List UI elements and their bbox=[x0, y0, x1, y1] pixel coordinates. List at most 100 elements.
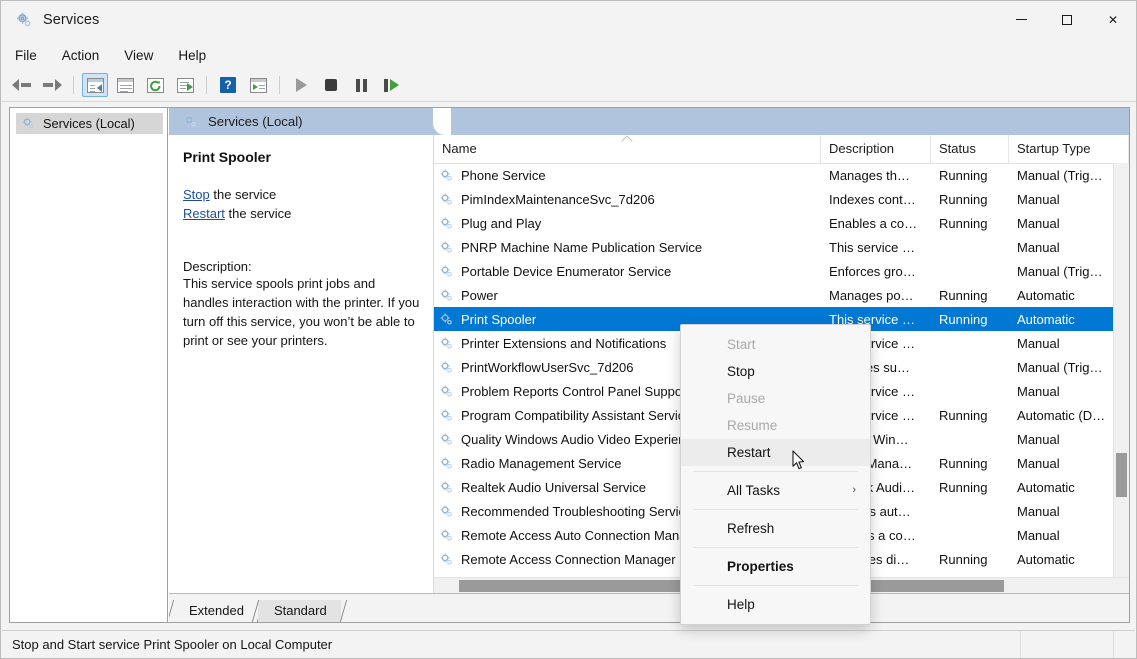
refresh-button[interactable] bbox=[142, 73, 168, 97]
maximize-button[interactable] bbox=[1044, 1, 1090, 38]
context-menu-item-label: All Tasks bbox=[727, 483, 780, 498]
pane-header-notch bbox=[433, 108, 451, 135]
pause-service-button[interactable] bbox=[348, 73, 374, 97]
help-button[interactable]: ? bbox=[215, 73, 241, 97]
cell-description: Indexes cont… bbox=[821, 192, 931, 207]
context-menu-item-properties[interactable]: Properties bbox=[681, 553, 870, 580]
cell-name: PNRP Machine Name Publication Service bbox=[434, 240, 821, 255]
context-menu-item-label: Help bbox=[727, 597, 755, 612]
cell-name-label: Realtek Audio Universal Service bbox=[461, 480, 646, 495]
context-menu-item-label: Pause bbox=[727, 391, 765, 406]
cell-name: PimIndexMaintenanceSvc_7d206 bbox=[434, 192, 821, 207]
status-bar-separator bbox=[1113, 631, 1114, 658]
column-header-description[interactable]: Description bbox=[821, 135, 931, 163]
context-menu-item-resume: Resume bbox=[681, 412, 870, 439]
details-description-text: This service spools print jobs and handl… bbox=[183, 274, 420, 350]
column-header-startup-type[interactable]: Startup Type bbox=[1009, 135, 1129, 163]
context-menu-separator bbox=[693, 547, 858, 548]
start-service-button[interactable] bbox=[288, 73, 314, 97]
export-list-button[interactable] bbox=[172, 73, 198, 97]
services-gear-icon bbox=[439, 456, 454, 471]
show-action-pane-button[interactable] bbox=[245, 73, 271, 97]
details-description-label: Description: bbox=[183, 259, 420, 274]
cell-status: Running bbox=[931, 552, 1009, 567]
help-question-icon: ? bbox=[220, 77, 236, 93]
context-menu-item-pause: Pause bbox=[681, 385, 870, 412]
close-button[interactable]: ✕ bbox=[1090, 1, 1136, 38]
services-gear-icon bbox=[439, 360, 454, 375]
cell-name-label: Recommended Troubleshooting Service bbox=[461, 504, 692, 519]
table-row[interactable]: Phone ServiceManages th…RunningManual (T… bbox=[434, 163, 1129, 187]
cell-startup-type: Manual bbox=[1009, 192, 1129, 207]
tree-item-services-local[interactable]: Services (Local) bbox=[16, 113, 163, 134]
services-gear-icon bbox=[439, 264, 454, 279]
cell-name-label: Quality Windows Audio Video Experience bbox=[461, 432, 699, 447]
cell-status: Running bbox=[931, 480, 1009, 495]
mmc-console-body: Services (Local) Services (Local) bbox=[9, 107, 1130, 623]
restart-service-button[interactable] bbox=[378, 73, 404, 97]
forward-button[interactable] bbox=[39, 73, 65, 97]
table-row[interactable]: PNRP Machine Name Publication ServiceThi… bbox=[434, 235, 1129, 259]
context-menu-item-start: Start bbox=[681, 331, 870, 358]
back-button[interactable] bbox=[9, 73, 35, 97]
context-menu-item-all-tasks[interactable]: All Tasks › bbox=[681, 477, 870, 504]
table-row[interactable]: PimIndexMaintenanceSvc_7d206 Indexes cont… bbox=[434, 187, 1129, 211]
toolbar-separator bbox=[206, 76, 207, 94]
menu-file[interactable]: File bbox=[4, 46, 48, 65]
context-menu-item-help[interactable]: Help bbox=[681, 591, 870, 618]
menu-help[interactable]: Help bbox=[167, 46, 217, 65]
maximize-icon bbox=[1062, 15, 1072, 25]
content-pane: Services (Local) Print Spooler Stop the … bbox=[169, 108, 1129, 622]
minimize-icon bbox=[1016, 19, 1027, 20]
cell-startup-type: Automatic bbox=[1009, 312, 1129, 327]
show-hide-console-tree-button[interactable] bbox=[82, 73, 108, 97]
console-tree-icon bbox=[87, 78, 104, 93]
stop-service-button[interactable] bbox=[318, 73, 344, 97]
context-menu-item-label: Properties bbox=[727, 559, 794, 574]
stop-service-link[interactable]: Stop bbox=[183, 187, 210, 202]
context-menu-separator bbox=[693, 585, 858, 586]
cell-startup-type: Manual (Trig… bbox=[1009, 360, 1129, 375]
minimize-button[interactable] bbox=[998, 1, 1044, 38]
cell-name-label: Power bbox=[461, 288, 498, 303]
services-gear-icon bbox=[15, 11, 33, 29]
cell-startup-type: Automatic (D… bbox=[1009, 408, 1129, 423]
context-menu-separator bbox=[693, 471, 858, 472]
status-bar-text: Stop and Start service Print Spooler on … bbox=[2, 637, 1020, 652]
window-controls: ✕ bbox=[998, 1, 1136, 38]
tab-extended-label: Extended bbox=[189, 603, 244, 618]
vertical-scrollbar[interactable] bbox=[1113, 163, 1129, 578]
restart-service-link[interactable]: Restart bbox=[183, 206, 225, 221]
arrow-right-icon bbox=[42, 78, 62, 92]
vertical-scrollbar-thumb[interactable] bbox=[1116, 453, 1127, 497]
cell-name-label: Printer Extensions and Notifications bbox=[461, 336, 666, 351]
cell-description: Enables a co… bbox=[821, 216, 931, 231]
services-gear-icon bbox=[183, 114, 198, 129]
chevron-right-icon: › bbox=[852, 477, 856, 504]
column-header-status[interactable]: Status bbox=[931, 135, 1009, 163]
mouse-cursor bbox=[792, 450, 806, 471]
services-gear-icon bbox=[439, 168, 454, 183]
status-bar: Stop and Start service Print Spooler on … bbox=[2, 630, 1135, 657]
cell-name-label: Print Spooler bbox=[461, 312, 536, 327]
tab-standard[interactable]: Standard bbox=[258, 600, 341, 622]
context-menu-item-label: Resume bbox=[727, 418, 777, 433]
cell-name-label: PimIndexMaintenanceSvc_7d206 bbox=[461, 192, 655, 207]
tab-extended[interactable]: Extended bbox=[173, 600, 258, 622]
context-menu-item-refresh[interactable]: Refresh bbox=[681, 515, 870, 542]
context-menu-item-restart[interactable]: Restart bbox=[681, 439, 870, 466]
column-header-name[interactable]: Name bbox=[434, 135, 821, 163]
context-menu-item-label: Refresh bbox=[727, 521, 774, 536]
menu-action[interactable]: Action bbox=[51, 46, 111, 65]
table-row[interactable]: PowerManages po…RunningAutomatic bbox=[434, 283, 1129, 307]
table-row[interactable]: Portable Device Enumerator ServiceEnforc… bbox=[434, 259, 1129, 283]
table-row[interactable]: Plug and PlayEnables a co…RunningManual bbox=[434, 211, 1129, 235]
services-gear-icon bbox=[439, 240, 454, 255]
cell-name-label: PNRP Machine Name Publication Service bbox=[461, 240, 702, 255]
properties-button[interactable] bbox=[112, 73, 138, 97]
cell-description: Manages th… bbox=[821, 168, 931, 183]
services-window: Services ✕ File Action View Help bbox=[0, 0, 1137, 659]
menu-view[interactable]: View bbox=[113, 46, 164, 65]
context-menu-item-stop[interactable]: Stop bbox=[681, 358, 870, 385]
cell-name: Phone Service bbox=[434, 168, 821, 183]
